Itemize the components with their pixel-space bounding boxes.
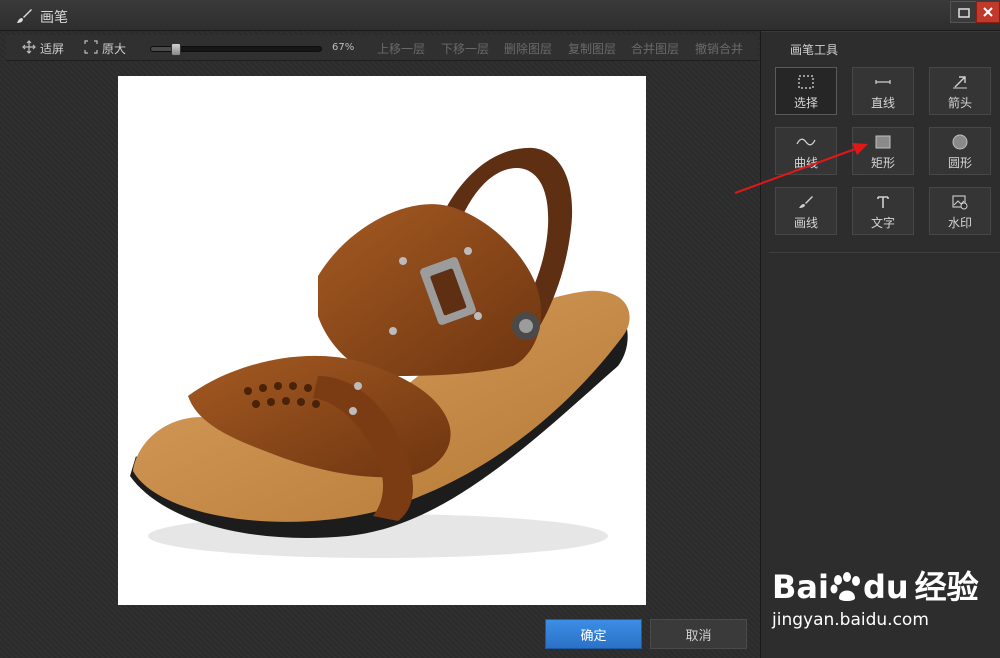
merge-layer-button[interactable]: 合并图层: [631, 40, 679, 57]
tool-rectangle-label: 矩形: [870, 156, 895, 170]
paw-icon: [829, 572, 863, 602]
tool-brush[interactable]: 画线: [775, 187, 837, 235]
original-size-button[interactable]: 原大: [84, 40, 126, 57]
tool-arrow-label: 箭头: [947, 96, 972, 110]
zoom-value: 67%: [332, 42, 355, 53]
watermark-icon: [930, 194, 990, 210]
circle-icon: [930, 134, 990, 150]
watermark-url: jingyan.baidu.com: [772, 610, 929, 630]
fit-screen-icon: [22, 40, 36, 57]
fit-screen-label: 适屏: [40, 42, 65, 56]
line-icon: [853, 74, 913, 90]
select-icon: [776, 74, 836, 90]
baidu-watermark: Bai du 经验 jingyan.baidu.com: [768, 548, 998, 648]
maximize-button[interactable]: [950, 1, 978, 23]
tool-line[interactable]: 直线: [852, 67, 914, 115]
tool-text-label: 文字: [870, 216, 895, 230]
sandal-image: [130, 147, 630, 558]
watermark-brand: Bai du 经验: [772, 568, 979, 606]
window-title: 画笔: [40, 10, 68, 26]
arrow-icon: [930, 74, 990, 90]
tool-select[interactable]: 选择: [775, 67, 837, 115]
panel-top-divider: [761, 31, 1000, 32]
tool-line-label: 直线: [870, 96, 895, 110]
panel-title: 画笔工具: [790, 43, 839, 57]
fit-screen-button[interactable]: 适屏: [22, 40, 64, 57]
edit-toolbar: 适屏 原大 67% 上移一层 下移一层 删除图层 复制图层 合并图层 撤销合并: [6, 35, 758, 61]
original-size-icon: [84, 40, 98, 57]
brush-icon: [776, 194, 836, 210]
original-size-label: 原大: [102, 42, 127, 56]
curve-icon: [776, 134, 836, 150]
tool-arrow[interactable]: 箭头: [929, 67, 991, 115]
unmerge-layer-button[interactable]: 撤销合并: [695, 40, 743, 57]
brush-icon: [15, 7, 33, 25]
tool-circle-label: 圆形: [947, 156, 972, 170]
close-icon: [982, 3, 994, 22]
tool-brush-label: 画线: [793, 216, 818, 230]
paint-window: 画笔 适屏 原大 67% 上移一层 下移一层 删除图层 复制图层 合并图层 撤销…: [0, 0, 1000, 658]
cancel-button[interactable]: 取消: [650, 619, 747, 649]
tool-watermark[interactable]: 水印: [929, 187, 991, 235]
tool-rectangle[interactable]: 矩形: [852, 127, 914, 175]
move-down-layer-button[interactable]: 下移一层: [441, 40, 489, 57]
move-up-layer-button[interactable]: 上移一层: [377, 40, 425, 57]
panel-divider: [769, 252, 1000, 253]
tool-circle[interactable]: 圆形: [929, 127, 991, 175]
canvas-area: 适屏 原大 67% 上移一层 下移一层 删除图层 复制图层 合并图层 撤销合并: [0, 31, 760, 658]
close-button[interactable]: [976, 1, 1000, 23]
tool-select-label: 选择: [793, 96, 818, 110]
zoom-slider-thumb[interactable]: [170, 43, 181, 56]
copy-layer-button[interactable]: 复制图层: [568, 40, 616, 57]
text-icon: [853, 194, 913, 210]
tool-curve[interactable]: 曲线: [775, 127, 837, 175]
maximize-icon: [958, 3, 970, 22]
tool-curve-label: 曲线: [793, 156, 818, 170]
tool-watermark-label: 水印: [947, 216, 972, 230]
delete-layer-button[interactable]: 删除图层: [504, 40, 552, 57]
confirm-button[interactable]: 确定: [545, 619, 642, 649]
zoom-slider[interactable]: [150, 43, 322, 56]
title-bar: 画笔: [0, 0, 1000, 31]
image-canvas[interactable]: [118, 76, 646, 605]
rectangle-icon: [853, 134, 913, 150]
tool-text[interactable]: 文字: [852, 187, 914, 235]
